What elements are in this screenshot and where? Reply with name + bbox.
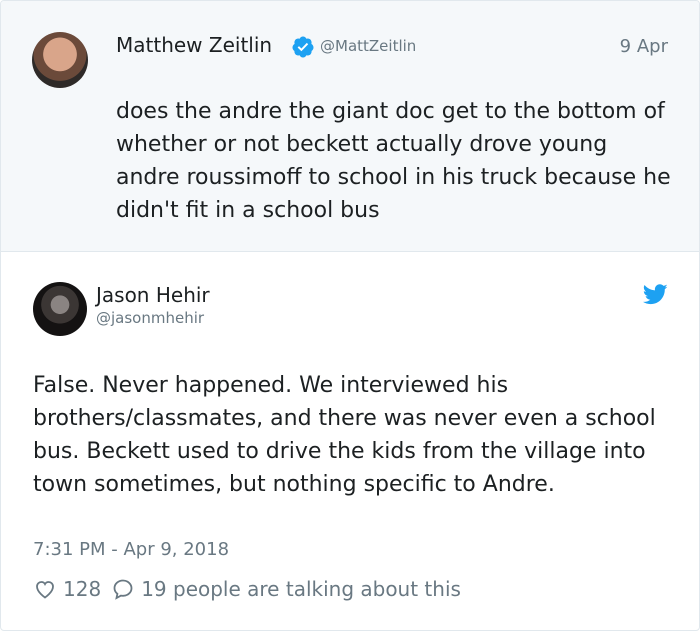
quoted-author-name[interactable]: Matthew Zeitlin [116,33,272,57]
quoted-tweet[interactable]: Matthew Zeitlin @MattZeitlin 9 Apr does … [1,1,699,252]
like-button[interactable]: 128 [33,577,101,601]
twitter-bird-icon[interactable] [643,284,668,305]
conversation-text: 19 people are talking about this [141,577,461,601]
avatar[interactable] [32,32,88,88]
tweet-embed-card: Matthew Zeitlin @MattZeitlin 9 Apr does … [0,0,700,631]
quoted-author-handle[interactable]: @MattZeitlin [320,37,416,55]
quoted-date[interactable]: 9 Apr [620,36,668,57]
verified-badge-icon [292,36,314,58]
speech-bubble-icon [113,579,133,600]
author-handle[interactable]: @jasonmhehir [96,309,204,327]
conversation-link[interactable]: 19 people are talking about this [101,577,461,601]
quoted-tweet-text: does the andre the giant doc get to the … [116,99,671,223]
tweet-actions: 128 19 people are talking about this [33,575,461,603]
heart-icon [36,581,54,599]
like-count: 128 [63,577,102,601]
tweet-text: False. Never happened. We interviewed hi… [33,373,656,497]
tweet-timestamp[interactable]: 7:31 PM - Apr 9, 2018 [33,539,229,560]
avatar[interactable] [33,282,87,336]
author-name[interactable]: Jason Hehir [96,283,210,307]
